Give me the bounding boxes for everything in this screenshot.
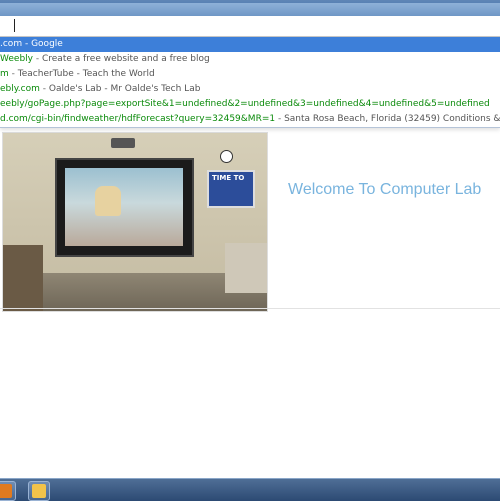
browser-chrome	[0, 0, 500, 16]
autocomplete-dropdown: .com - Google Weebly - Create a free web…	[0, 37, 500, 128]
projector	[111, 138, 135, 148]
text-cursor	[14, 19, 15, 32]
suggestion-url: .com	[0, 39, 23, 49]
suggestion-url: d.com/cgi-bin/findweather/hdfForecast?qu…	[0, 114, 276, 124]
board-screen	[65, 168, 183, 246]
suggestion-title: Santa Rosa Beach, Florida (32459) Condit…	[284, 114, 500, 124]
suggestion-title: Create a free website and a free blog	[41, 54, 210, 64]
welcome-heading: Welcome To Computer Lab	[288, 181, 482, 198]
page-content: TIME TO Welcome To Computer Lab	[0, 112, 500, 312]
poster-text: TIME TO	[212, 174, 245, 182]
suggestion-title: TeacherTube - Teach the World	[17, 69, 155, 79]
suggestion-url: eebly/goPage.php?page=exportSite&1=undef…	[0, 99, 490, 109]
suggestion-separator: -	[39, 84, 49, 94]
suggestion-separator: -	[22, 39, 32, 49]
suggestion-separator: -	[275, 114, 285, 124]
board-figure	[95, 186, 121, 216]
suggestion-row[interactable]: d.com/cgi-bin/findweather/hdfForecast?qu…	[0, 112, 500, 127]
suggestion-row[interactable]: ebly.com - Oalde's Lab - Mr Oalde's Tech…	[0, 82, 500, 97]
taskbar-media-button[interactable]	[0, 481, 16, 501]
suggestion-separator: -	[8, 69, 18, 79]
taskbar	[0, 478, 500, 501]
wall-poster: TIME TO	[207, 170, 255, 208]
folder-icon	[32, 484, 46, 498]
suggestion-row[interactable]: .com - Google	[0, 37, 500, 52]
taskbar-folder-button[interactable]	[28, 481, 50, 501]
content-divider	[0, 308, 500, 309]
suggestion-separator: -	[33, 54, 42, 64]
suggestion-url: ebly.com	[0, 84, 40, 94]
tab-strip	[0, 3, 500, 16]
media-player-icon	[0, 484, 12, 498]
suggestion-row[interactable]: m - TeacherTube - Teach the World	[0, 67, 500, 82]
address-bar[interactable]	[0, 16, 500, 38]
suggestion-row[interactable]: Weebly - Create a free website and a fre…	[0, 52, 500, 67]
suggestion-row[interactable]: eebly/goPage.php?page=exportSite&1=undef…	[0, 97, 500, 112]
suggestion-url: Weebly	[0, 54, 33, 64]
wall-clock	[220, 150, 233, 163]
classroom-photo: TIME TO	[2, 132, 268, 312]
desk-left	[3, 245, 43, 311]
suggestion-title: Oalde's Lab - Mr Oalde's Tech Lab	[48, 84, 201, 94]
suggestion-title: Google	[31, 39, 63, 49]
suggestion-url: m	[0, 69, 9, 79]
smartboard	[55, 158, 194, 257]
desk-right	[225, 243, 267, 293]
address-input[interactable]	[18, 16, 492, 38]
